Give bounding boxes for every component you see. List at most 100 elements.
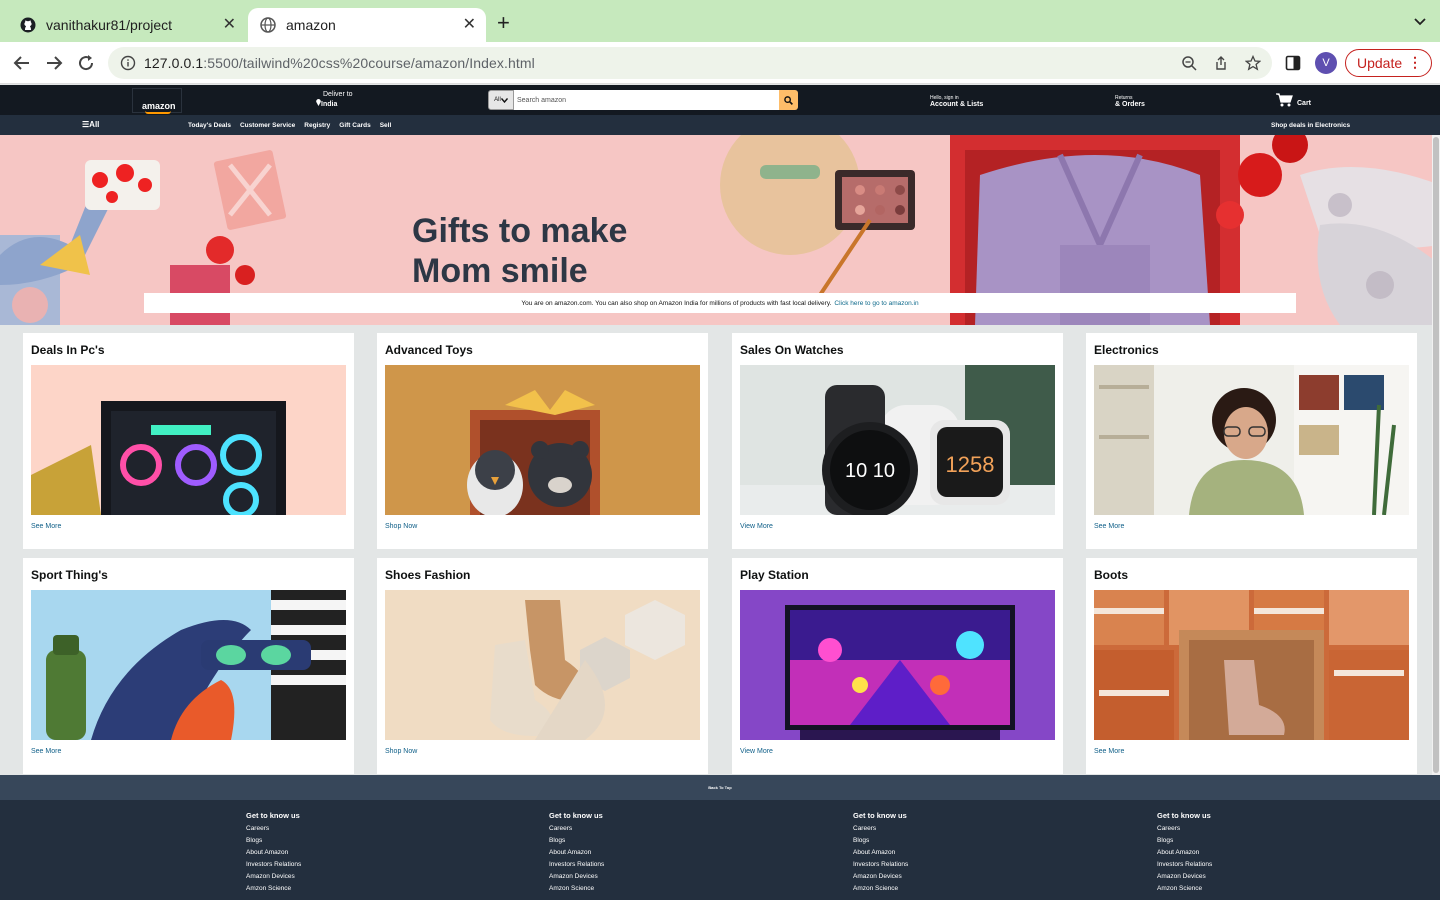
- info-icon[interactable]: [120, 55, 136, 71]
- footer-link[interactable]: Careers: [1157, 823, 1212, 835]
- deliver-label: Deliver to: [323, 91, 353, 98]
- card-link[interactable]: Shop Now: [385, 748, 700, 755]
- all-menu[interactable]: ☰All: [82, 120, 99, 129]
- footer-link[interactable]: Careers: [853, 823, 908, 835]
- card-sport-things: Sport Thing's See More: [23, 558, 354, 774]
- zoom-icon[interactable]: [1181, 55, 1197, 71]
- footer: Get to know us Careers Blogs About Amazo…: [0, 800, 1440, 900]
- toys-image[interactable]: [385, 365, 700, 515]
- update-label: Update: [1357, 55, 1403, 71]
- search-category-select[interactable]: All: [488, 90, 514, 110]
- footer-link[interactable]: Careers: [246, 823, 301, 835]
- address-bar[interactable]: 127.0.0.1:5500/tailwind%20css%20course/a…: [108, 47, 1272, 79]
- star-icon[interactable]: [1245, 55, 1261, 71]
- scrollbar-thumb[interactable]: [1433, 137, 1439, 773]
- amazon-in-link[interactable]: Click here to go to amazon.in: [834, 300, 918, 307]
- side-panel-icon[interactable]: [1285, 55, 1301, 71]
- cart-icon: [1276, 93, 1293, 107]
- subnav-link[interactable]: Sell: [380, 122, 392, 129]
- card-link[interactable]: View More: [740, 523, 1055, 530]
- card-sales-watches: Sales On Watches 1258 10 10 View More: [732, 333, 1063, 549]
- cart-button[interactable]: Cart: [1276, 93, 1311, 107]
- close-icon[interactable]: ✕: [463, 17, 476, 33]
- profile-avatar[interactable]: V: [1315, 52, 1337, 74]
- boots-image[interactable]: [1094, 590, 1409, 740]
- footer-link[interactable]: Investors Relations: [246, 859, 301, 871]
- playstation-image[interactable]: [740, 590, 1055, 740]
- footer-link[interactable]: Amzon Science: [246, 883, 301, 895]
- amazon-logo[interactable]: amazon: [132, 88, 182, 114]
- share-icon[interactable]: [1213, 55, 1229, 71]
- card-title: Electronics: [1094, 343, 1159, 357]
- new-tab-icon[interactable]: +: [497, 12, 510, 34]
- footer-heading: Get to know us: [246, 811, 300, 820]
- returns-orders[interactable]: Returns & Orders: [1115, 95, 1145, 109]
- update-button[interactable]: Update ⋮: [1345, 49, 1432, 77]
- subnav-link[interactable]: Registry: [304, 122, 330, 129]
- card-link[interactable]: See More: [1094, 748, 1409, 755]
- electronics-deals-link[interactable]: Shop deals in Electronics: [1271, 122, 1350, 129]
- watches-image[interactable]: 1258 10 10: [740, 365, 1055, 515]
- forward-arrow-icon[interactable]: [44, 53, 64, 73]
- tab-github[interactable]: vanithakur81/project ✕: [8, 8, 246, 42]
- more-icon[interactable]: ⋮: [1408, 55, 1422, 69]
- shoes-image[interactable]: [385, 590, 700, 740]
- footer-link[interactable]: Amazon Devices: [1157, 871, 1212, 883]
- footer-link[interactable]: About Amazon: [549, 847, 604, 859]
- footer-link[interactable]: Amazon Devices: [853, 871, 908, 883]
- tab-title: vanithakur81/project: [46, 17, 173, 33]
- page-scrollbar[interactable]: [1432, 135, 1440, 775]
- footer-link[interactable]: Amzon Science: [549, 883, 604, 895]
- card-link[interactable]: See More: [31, 748, 346, 755]
- subnav-link[interactable]: Gift Cards: [339, 122, 370, 129]
- account-menu[interactable]: Hello, sign in Account & Lists: [930, 95, 983, 109]
- pc-image[interactable]: [31, 365, 346, 515]
- hero-headline-line1: Gifts to make: [412, 212, 628, 250]
- footer-link[interactable]: Blogs: [853, 835, 908, 847]
- subnav-link[interactable]: Today's Deals: [188, 122, 231, 129]
- sport-image[interactable]: [31, 590, 346, 740]
- card-link[interactable]: See More: [31, 523, 346, 530]
- hero-banner[interactable]: Gifts to make Mom smile You are on amazo…: [0, 135, 1440, 325]
- card-advanced-toys: Advanced Toys Shop Now: [377, 333, 708, 549]
- avatar-initial: V: [1322, 57, 1330, 69]
- chevron-down-icon[interactable]: [1414, 16, 1426, 28]
- back-to-top-button[interactable]: Back To Top: [0, 775, 1440, 800]
- reload-icon[interactable]: [76, 53, 96, 73]
- footer-link[interactable]: Amazon Devices: [549, 871, 604, 883]
- subnav-link[interactable]: Customer Service: [240, 122, 295, 129]
- footer-link[interactable]: Blogs: [549, 835, 604, 847]
- logo-smile: [145, 111, 171, 114]
- footer-link[interactable]: About Amazon: [853, 847, 908, 859]
- deliver-to[interactable]: Deliver to India: [316, 91, 353, 109]
- all-label: All: [89, 120, 100, 129]
- electronics-image[interactable]: [1094, 365, 1409, 515]
- footer-link[interactable]: Investors Relations: [549, 859, 604, 871]
- footer-link[interactable]: Investors Relations: [853, 859, 908, 871]
- footer-link[interactable]: Amazon Devices: [246, 871, 301, 883]
- back-arrow-icon[interactable]: [12, 53, 32, 73]
- tab-amazon[interactable]: amazon ✕: [248, 8, 486, 42]
- footer-link[interactable]: About Amazon: [1157, 847, 1212, 859]
- card-link[interactable]: View More: [740, 748, 1055, 755]
- card-play-station: Play Station View More: [732, 558, 1063, 774]
- footer-heading: Get to know us: [853, 811, 907, 820]
- close-icon[interactable]: ✕: [223, 17, 236, 33]
- card-link[interactable]: Shop Now: [385, 523, 700, 530]
- card-title: Deals In Pc's: [31, 343, 105, 357]
- card-link[interactable]: See More: [1094, 523, 1409, 530]
- chevron-down-icon: [500, 97, 508, 103]
- search-bar: All Search amazon: [488, 90, 798, 110]
- footer-link[interactable]: Investors Relations: [1157, 859, 1212, 871]
- search-button[interactable]: [779, 90, 798, 110]
- card-electronics: Electronics See More: [1086, 333, 1417, 549]
- footer-link[interactable]: Blogs: [1157, 835, 1212, 847]
- footer-link[interactable]: About Amazon: [246, 847, 301, 859]
- footer-link[interactable]: Blogs: [246, 835, 301, 847]
- subnav-links: Today's Deals Customer Service Registry …: [188, 122, 391, 129]
- notice-text: You are on amazon.com. You can also shop…: [521, 299, 832, 307]
- search-input[interactable]: Search amazon: [514, 90, 779, 110]
- footer-link[interactable]: Careers: [549, 823, 604, 835]
- footer-link[interactable]: Amzon Science: [853, 883, 908, 895]
- footer-link[interactable]: Amzon Science: [1157, 883, 1212, 895]
